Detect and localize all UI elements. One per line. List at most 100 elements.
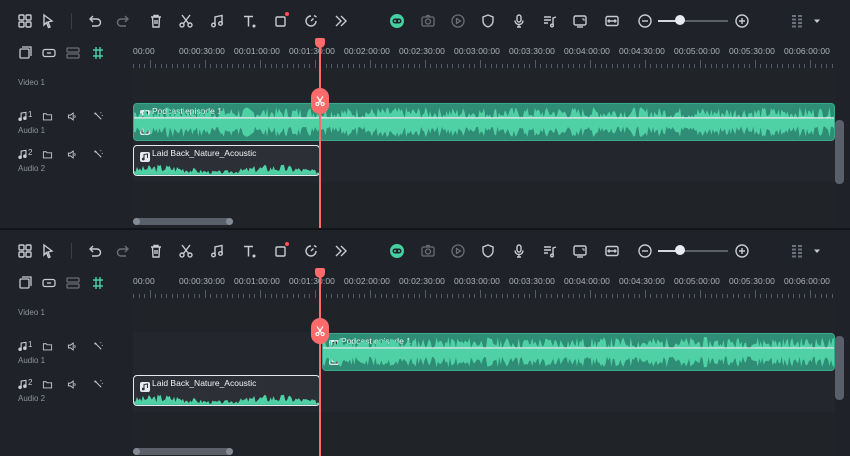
waveform-shape xyxy=(323,337,834,368)
shield-icon[interactable] xyxy=(477,240,499,262)
redo-icon[interactable] xyxy=(112,240,134,262)
screen-icon[interactable] xyxy=(569,10,591,32)
folder-icon[interactable] xyxy=(41,110,53,122)
podcast-clip[interactable]: Podcast episode 1 xyxy=(322,333,835,371)
playhead-line[interactable] xyxy=(319,44,321,228)
play-circle-icon[interactable] xyxy=(447,10,469,32)
horizontal-scrollbar[interactable] xyxy=(133,218,233,225)
effects-icon[interactable] xyxy=(92,340,104,352)
scroll-left-handle[interactable] xyxy=(133,448,140,455)
empty-track-area[interactable] xyxy=(133,182,835,228)
magnetic-snap-icon[interactable] xyxy=(87,42,109,64)
effects-icon[interactable] xyxy=(92,148,104,160)
video-track-area[interactable] xyxy=(133,68,835,100)
music-list-icon[interactable] xyxy=(539,10,561,32)
empty-track-area[interactable] xyxy=(133,412,835,456)
screen-icon[interactable] xyxy=(569,240,591,262)
music-list-icon[interactable] xyxy=(539,240,561,262)
ruler-tick xyxy=(589,290,591,298)
delete-icon[interactable] xyxy=(145,240,167,262)
speaker-icon[interactable] xyxy=(66,340,78,352)
layout-grid-icon[interactable] xyxy=(14,10,36,32)
text-tool-icon[interactable] xyxy=(238,10,260,32)
snapshot-icon[interactable] xyxy=(417,240,439,262)
ruler-tick xyxy=(259,60,261,68)
play-circle-icon[interactable] xyxy=(447,240,469,262)
dropdown-icon[interactable] xyxy=(806,240,828,262)
grid-view-icon[interactable] xyxy=(786,10,808,32)
zoom-slider-knob[interactable] xyxy=(675,245,685,255)
music-waveform xyxy=(134,394,319,405)
add-track-icon[interactable] xyxy=(14,42,36,64)
playhead-line[interactable] xyxy=(319,274,321,456)
timeline-ruler[interactable]: 00:00 00:00:30:00 00:01:00:00 00:01:30:00 00… xyxy=(133,40,835,68)
speaker-icon[interactable] xyxy=(66,148,78,160)
scissors-icon[interactable] xyxy=(175,240,197,262)
audio2-track-number: 2 xyxy=(28,148,33,157)
scroll-right-handle[interactable] xyxy=(226,218,233,225)
split-scissors-button[interactable] xyxy=(311,88,329,114)
audio-note-icon[interactable] xyxy=(206,10,228,32)
more-icon[interactable] xyxy=(330,240,352,262)
split-scissors-button[interactable] xyxy=(311,318,329,344)
magnetic-snap-icon[interactable] xyxy=(87,272,109,294)
audio-note-icon[interactable] xyxy=(206,240,228,262)
scissors-icon[interactable] xyxy=(175,10,197,32)
scroll-right-handle[interactable] xyxy=(226,448,233,455)
speed-icon[interactable] xyxy=(300,10,322,32)
zoom-in-icon[interactable] xyxy=(731,240,753,262)
undo-icon[interactable] xyxy=(84,10,106,32)
ai-face-icon[interactable] xyxy=(386,240,408,262)
timeline-ruler[interactable]: 00:00 00:00:30:00 00:01:00:00 00:01:30:00 00… xyxy=(133,270,835,298)
playhead-handle[interactable] xyxy=(315,38,325,48)
select-arrow-icon[interactable] xyxy=(38,240,60,262)
text-tool-icon[interactable] xyxy=(238,240,260,262)
timeline-panel-after: 00:00 00:00:30:00 00:01:00:00 00:01:30:00 00… xyxy=(0,228,850,456)
add-track-icon[interactable] xyxy=(14,272,36,294)
ai-face-icon[interactable] xyxy=(386,10,408,32)
ruler-time-label: 00:00:30:00 xyxy=(178,46,226,56)
folder-icon[interactable] xyxy=(41,148,53,160)
ruler-time-label: 00:04:00:00 xyxy=(563,46,611,56)
dropdown-icon[interactable] xyxy=(806,10,828,32)
video-track-area[interactable] xyxy=(133,298,835,330)
more-icon[interactable] xyxy=(330,10,352,32)
vertical-scrollbar[interactable] xyxy=(835,120,844,184)
shield-icon[interactable] xyxy=(477,10,499,32)
effects-icon[interactable] xyxy=(92,110,104,122)
fit-icon[interactable] xyxy=(601,240,623,262)
speaker-icon[interactable] xyxy=(66,110,78,122)
horizontal-scrollbar[interactable] xyxy=(133,448,233,455)
podcast-clip[interactable]: Podcast episode 1 xyxy=(133,103,835,141)
folder-icon[interactable] xyxy=(41,340,53,352)
microphone-icon[interactable] xyxy=(508,10,530,32)
link-clips-icon[interactable] xyxy=(38,272,60,294)
zoom-slider-knob[interactable] xyxy=(675,15,685,25)
fit-icon[interactable] xyxy=(601,10,623,32)
layout-grid-icon[interactable] xyxy=(14,240,36,262)
redo-icon[interactable] xyxy=(112,10,134,32)
select-arrow-icon[interactable] xyxy=(38,10,60,32)
music-clip[interactable]: Laid Back_Nature_Acoustic xyxy=(133,145,320,176)
delete-icon[interactable] xyxy=(145,10,167,32)
microphone-icon[interactable] xyxy=(508,240,530,262)
snapshot-icon[interactable] xyxy=(417,10,439,32)
vertical-scrollbar[interactable] xyxy=(835,336,844,400)
zoom-out-icon[interactable] xyxy=(634,240,656,262)
effects-icon[interactable] xyxy=(92,378,104,390)
zoom-out-icon[interactable] xyxy=(634,10,656,32)
link-clips-icon[interactable] xyxy=(38,42,60,64)
grid-view-icon[interactable] xyxy=(786,240,808,262)
music-note-icon xyxy=(16,340,28,352)
music-clip[interactable]: Laid Back_Nature_Acoustic xyxy=(133,375,320,406)
playhead-handle[interactable] xyxy=(315,268,325,278)
track-layers-icon[interactable] xyxy=(62,272,84,294)
track-layers-icon[interactable] xyxy=(62,42,84,64)
zoom-in-icon[interactable] xyxy=(731,10,753,32)
audio1-track-header: 1 Audio 1 xyxy=(0,102,133,142)
scroll-left-handle[interactable] xyxy=(133,218,140,225)
speaker-icon[interactable] xyxy=(66,378,78,390)
speed-icon[interactable] xyxy=(300,240,322,262)
undo-icon[interactable] xyxy=(84,240,106,262)
folder-icon[interactable] xyxy=(41,378,53,390)
